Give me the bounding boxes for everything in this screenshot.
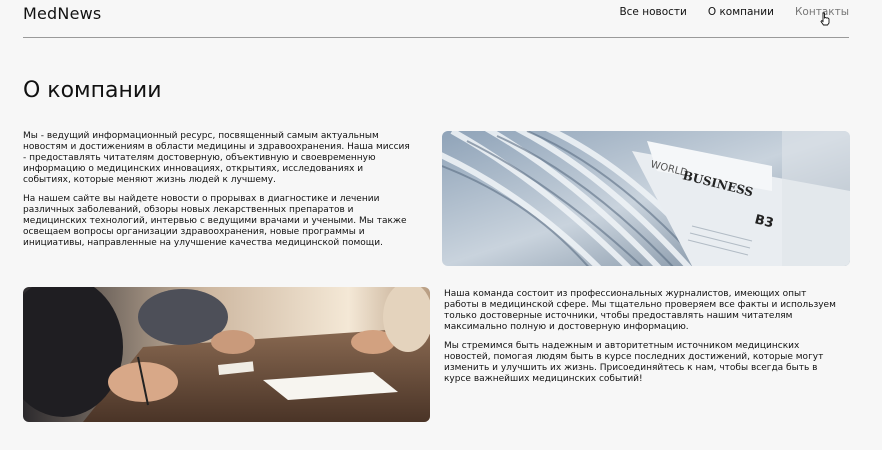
- meeting-image: [23, 287, 430, 422]
- intro-paragraph-2: На нашем сайте вы найдете новости о прор…: [23, 194, 407, 248]
- site-header: MedNews Все новости О компании Контакты: [23, 0, 849, 38]
- intro-paragraph-1: Мы - ведущий информационный ресурс, посв…: [23, 131, 410, 185]
- nav-link-about[interactable]: О компании: [708, 6, 774, 18]
- intro-text: Мы - ведущий информационный ресурс, посв…: [23, 131, 413, 257]
- team-text: Наша команда состоит из профессиональных…: [444, 289, 839, 393]
- main-nav: Все новости О компании Контакты: [619, 6, 849, 18]
- page-title: О компании: [23, 78, 162, 103]
- site-logo[interactable]: MedNews: [23, 4, 101, 23]
- newspapers-image: WORLD BUSINESS B3: [442, 131, 850, 266]
- hand-pointer-icon: [820, 12, 830, 26]
- nav-link-all-news[interactable]: Все новости: [619, 6, 686, 18]
- team-paragraph-2: Мы стремимся быть надежным и авторитетны…: [444, 341, 824, 384]
- team-paragraph-1: Наша команда состоит из профессиональных…: [444, 289, 836, 332]
